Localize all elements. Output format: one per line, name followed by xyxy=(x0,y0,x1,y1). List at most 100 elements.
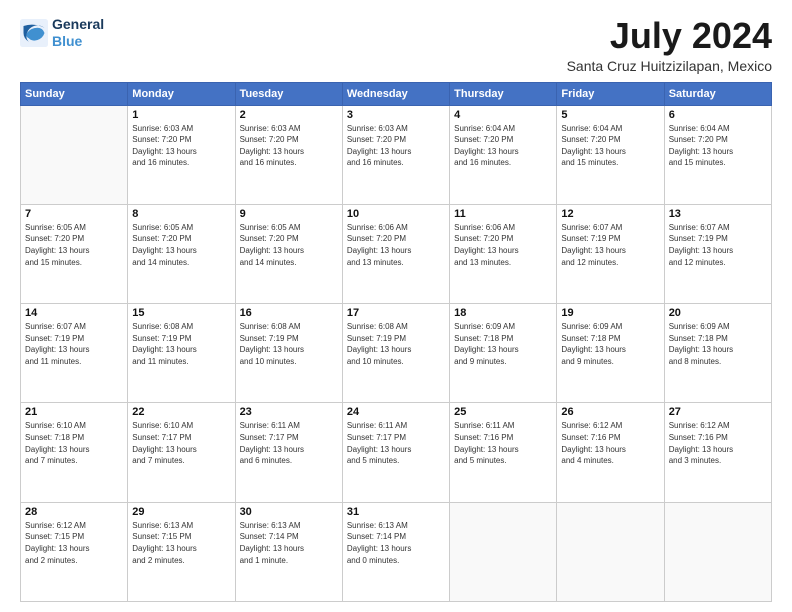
day-info: Sunrise: 6:10 AM Sunset: 7:18 PM Dayligh… xyxy=(25,420,123,466)
calendar-cell xyxy=(557,502,664,601)
day-info: Sunrise: 6:09 AM Sunset: 7:18 PM Dayligh… xyxy=(669,321,767,367)
logo: General Blue xyxy=(20,16,104,50)
day-number: 19 xyxy=(561,307,659,319)
calendar-week-3: 14 Sunrise: 6:07 AM Sunset: 7:19 PM Dayli… xyxy=(21,304,772,403)
calendar-cell: 29 Sunrise: 6:13 AM Sunset: 7:15 PM Dayli… xyxy=(128,502,235,601)
calendar-cell: 1 Sunrise: 6:03 AM Sunset: 7:20 PM Daylig… xyxy=(128,105,235,204)
day-number: 21 xyxy=(25,406,123,418)
day-number: 25 xyxy=(454,406,552,418)
calendar-cell: 2 Sunrise: 6:03 AM Sunset: 7:20 PM Daylig… xyxy=(235,105,342,204)
day-info: Sunrise: 6:08 AM Sunset: 7:19 PM Dayligh… xyxy=(240,321,338,367)
calendar-table: SundayMondayTuesdayWednesdayThursdayFrid… xyxy=(20,82,772,602)
day-info: Sunrise: 6:05 AM Sunset: 7:20 PM Dayligh… xyxy=(240,222,338,268)
day-number: 8 xyxy=(132,208,230,220)
day-number: 16 xyxy=(240,307,338,319)
day-info: Sunrise: 6:09 AM Sunset: 7:18 PM Dayligh… xyxy=(561,321,659,367)
calendar-cell: 13Sunrise: 6:07 AM Sunset: 7:19 PM Dayli… xyxy=(664,204,771,303)
calendar-cell: 16 Sunrise: 6:08 AM Sunset: 7:19 PM Dayli… xyxy=(235,304,342,403)
day-number: 2 xyxy=(240,109,338,121)
calendar-header-thursday: Thursday xyxy=(450,82,557,105)
day-info: Sunrise: 6:12 AM Sunset: 7:16 PM Dayligh… xyxy=(669,420,767,466)
day-info: Sunrise: 6:05 AM Sunset: 7:20 PM Dayligh… xyxy=(25,222,123,268)
day-info: Sunrise: 6:04 AM Sunset: 7:20 PM Dayligh… xyxy=(561,123,659,169)
calendar-cell: 25 Sunrise: 6:11 AM Sunset: 7:16 PM Dayli… xyxy=(450,403,557,502)
day-info: Sunrise: 6:03 AM Sunset: 7:20 PM Dayligh… xyxy=(240,123,338,169)
calendar-cell xyxy=(450,502,557,601)
calendar-cell: 8 Sunrise: 6:05 AM Sunset: 7:20 PM Daylig… xyxy=(128,204,235,303)
calendar-week-5: 28Sunrise: 6:12 AM Sunset: 7:15 PM Dayli… xyxy=(21,502,772,601)
calendar-cell: 9 Sunrise: 6:05 AM Sunset: 7:20 PM Daylig… xyxy=(235,204,342,303)
calendar-week-2: 7 Sunrise: 6:05 AM Sunset: 7:20 PM Daylig… xyxy=(21,204,772,303)
calendar-cell: 19 Sunrise: 6:09 AM Sunset: 7:18 PM Dayli… xyxy=(557,304,664,403)
day-number: 1 xyxy=(132,109,230,121)
calendar-header-wednesday: Wednesday xyxy=(342,82,449,105)
day-number: 12 xyxy=(561,208,659,220)
day-number: 10 xyxy=(347,208,445,220)
calendar-cell xyxy=(664,502,771,601)
day-number: 26 xyxy=(561,406,659,418)
day-info: Sunrise: 6:08 AM Sunset: 7:19 PM Dayligh… xyxy=(347,321,445,367)
day-number: 7 xyxy=(25,208,123,220)
calendar-cell: 4 Sunrise: 6:04 AM Sunset: 7:20 PM Daylig… xyxy=(450,105,557,204)
day-info: Sunrise: 6:03 AM Sunset: 7:20 PM Dayligh… xyxy=(347,123,445,169)
header: General Blue July 2024 Santa Cruz Huitzi… xyxy=(20,16,772,74)
calendar-cell: 5 Sunrise: 6:04 AM Sunset: 7:20 PM Daylig… xyxy=(557,105,664,204)
calendar-header-saturday: Saturday xyxy=(664,82,771,105)
day-info: Sunrise: 6:07 AM Sunset: 7:19 PM Dayligh… xyxy=(25,321,123,367)
day-number: 13 xyxy=(669,208,767,220)
calendar-cell: 14 Sunrise: 6:07 AM Sunset: 7:19 PM Dayli… xyxy=(21,304,128,403)
calendar-cell: 23Sunrise: 6:11 AM Sunset: 7:17 PM Dayli… xyxy=(235,403,342,502)
day-info: Sunrise: 6:03 AM Sunset: 7:20 PM Dayligh… xyxy=(132,123,230,169)
calendar-cell: 24Sunrise: 6:11 AM Sunset: 7:17 PM Dayli… xyxy=(342,403,449,502)
calendar-cell: 30 Sunrise: 6:13 AM Sunset: 7:14 PM Dayli… xyxy=(235,502,342,601)
calendar-cell: 27 Sunrise: 6:12 AM Sunset: 7:16 PM Dayli… xyxy=(664,403,771,502)
day-info: Sunrise: 6:06 AM Sunset: 7:20 PM Dayligh… xyxy=(347,222,445,268)
day-number: 31 xyxy=(347,506,445,518)
day-info: Sunrise: 6:11 AM Sunset: 7:17 PM Dayligh… xyxy=(347,420,445,466)
day-info: Sunrise: 6:06 AM Sunset: 7:20 PM Dayligh… xyxy=(454,222,552,268)
day-number: 20 xyxy=(669,307,767,319)
calendar-header-friday: Friday xyxy=(557,82,664,105)
calendar-cell: 20 Sunrise: 6:09 AM Sunset: 7:18 PM Dayli… xyxy=(664,304,771,403)
calendar-cell: 22 Sunrise: 6:10 AM Sunset: 7:17 PM Dayli… xyxy=(128,403,235,502)
calendar-header-monday: Monday xyxy=(128,82,235,105)
calendar-cell: 26Sunrise: 6:12 AM Sunset: 7:16 PM Dayli… xyxy=(557,403,664,502)
day-info: Sunrise: 6:04 AM Sunset: 7:20 PM Dayligh… xyxy=(454,123,552,169)
day-info: Sunrise: 6:11 AM Sunset: 7:16 PM Dayligh… xyxy=(454,420,552,466)
calendar-cell: 12 Sunrise: 6:07 AM Sunset: 7:19 PM Dayli… xyxy=(557,204,664,303)
month-title: July 2024 xyxy=(567,16,772,56)
calendar-cell: 17 Sunrise: 6:08 AM Sunset: 7:19 PM Dayli… xyxy=(342,304,449,403)
calendar-cell: 3 Sunrise: 6:03 AM Sunset: 7:20 PM Daylig… xyxy=(342,105,449,204)
day-number: 4 xyxy=(454,109,552,121)
day-number: 14 xyxy=(25,307,123,319)
day-info: Sunrise: 6:07 AM Sunset: 7:19 PM Dayligh… xyxy=(561,222,659,268)
day-number: 22 xyxy=(132,406,230,418)
day-number: 27 xyxy=(669,406,767,418)
day-info: Sunrise: 6:05 AM Sunset: 7:20 PM Dayligh… xyxy=(132,222,230,268)
day-number: 29 xyxy=(132,506,230,518)
calendar-cell: 7 Sunrise: 6:05 AM Sunset: 7:20 PM Daylig… xyxy=(21,204,128,303)
calendar-header-tuesday: Tuesday xyxy=(235,82,342,105)
day-info: Sunrise: 6:11 AM Sunset: 7:17 PM Dayligh… xyxy=(240,420,338,466)
day-number: 5 xyxy=(561,109,659,121)
calendar-cell: 21 Sunrise: 6:10 AM Sunset: 7:18 PM Dayli… xyxy=(21,403,128,502)
calendar-week-4: 21 Sunrise: 6:10 AM Sunset: 7:18 PM Dayli… xyxy=(21,403,772,502)
day-info: Sunrise: 6:10 AM Sunset: 7:17 PM Dayligh… xyxy=(132,420,230,466)
day-number: 9 xyxy=(240,208,338,220)
day-number: 3 xyxy=(347,109,445,121)
day-info: Sunrise: 6:13 AM Sunset: 7:14 PM Dayligh… xyxy=(240,520,338,566)
calendar-cell: 18Sunrise: 6:09 AM Sunset: 7:18 PM Dayli… xyxy=(450,304,557,403)
calendar-header-row: SundayMondayTuesdayWednesdayThursdayFrid… xyxy=(21,82,772,105)
calendar-cell: 6Sunrise: 6:04 AM Sunset: 7:20 PM Daylig… xyxy=(664,105,771,204)
day-info: Sunrise: 6:08 AM Sunset: 7:19 PM Dayligh… xyxy=(132,321,230,367)
day-number: 17 xyxy=(347,307,445,319)
day-number: 6 xyxy=(669,109,767,121)
day-info: Sunrise: 6:13 AM Sunset: 7:14 PM Dayligh… xyxy=(347,520,445,566)
calendar-cell: 11 Sunrise: 6:06 AM Sunset: 7:20 PM Dayli… xyxy=(450,204,557,303)
day-number: 15 xyxy=(132,307,230,319)
day-number: 30 xyxy=(240,506,338,518)
day-info: Sunrise: 6:13 AM Sunset: 7:15 PM Dayligh… xyxy=(132,520,230,566)
day-number: 11 xyxy=(454,208,552,220)
calendar-cell xyxy=(21,105,128,204)
day-info: Sunrise: 6:09 AM Sunset: 7:18 PM Dayligh… xyxy=(454,321,552,367)
